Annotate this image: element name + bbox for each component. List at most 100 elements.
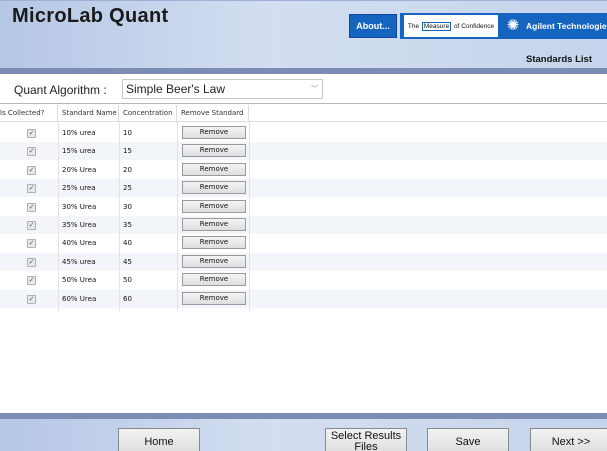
concentration-cell: 60	[123, 294, 132, 303]
tagline-measure: Measure	[421, 21, 452, 31]
remove-standard-button[interactable]: Remove	[182, 181, 246, 195]
concentration-cell: 15	[123, 147, 132, 156]
remove-standard-button[interactable]: Remove	[182, 162, 246, 176]
standard-name-cell: 30% Urea	[62, 202, 97, 211]
collected-cell: ✓	[0, 142, 58, 160]
remove-standard-button[interactable]: Remove	[182, 144, 246, 158]
footer-bar: Home Select Results Files Save Next >>	[0, 419, 607, 451]
column-header-concentration[interactable]: Concentration	[119, 105, 177, 122]
table-header: Is Collected? Standard Name Concentratio…	[0, 105, 607, 122]
collected-checkbox[interactable]: ✓	[27, 221, 36, 230]
remove-standard-button[interactable]: Remove	[182, 199, 246, 213]
collected-checkbox[interactable]: ✓	[27, 184, 36, 194]
table-row: ✓ 20% Urea 20 Remove	[0, 161, 607, 179]
checkmark-icon: ✓	[28, 165, 35, 174]
algorithm-row: Quant Algorithm : Simple Beer's Law ﹀	[0, 74, 607, 104]
table-row: ✓ 15% urea 15 Remove	[0, 142, 607, 161]
table-row: ✓ 40% Urea 40 Remove	[0, 234, 607, 252]
algorithm-dropdown[interactable]: Simple Beer's Law ﹀	[122, 79, 323, 99]
tagline: The Measure of Confidence	[404, 15, 498, 37]
collected-checkbox[interactable]: ✓	[27, 165, 36, 175]
standard-name-cell: 40% Urea	[62, 239, 97, 248]
checkmark-icon: ✓	[28, 239, 35, 248]
collected-checkbox[interactable]: ✓	[27, 294, 36, 304]
company-name: Agilent Technologies	[526, 21, 607, 31]
collected-checkbox[interactable]: ✓	[27, 276, 36, 286]
standard-name-cell: 35% Urea	[62, 221, 97, 229]
checkmark-icon: ✓	[28, 147, 35, 156]
remove-standard-button[interactable]: Remove	[182, 126, 246, 139]
select-results-files-button[interactable]: Select Results Files	[325, 428, 407, 451]
table-row: ✓ 50% Urea 50 Remove	[0, 271, 607, 289]
collected-checkbox[interactable]: ✓	[27, 239, 36, 249]
concentration-cell: 20	[123, 165, 132, 174]
concentration-cell: 35	[123, 221, 132, 229]
table-row: ✓ 30% Urea 30 Remove	[0, 198, 607, 216]
standards-table: Is Collected? Standard Name Concentratio…	[0, 105, 607, 410]
column-header-name[interactable]: Standard Name	[58, 105, 119, 122]
checkmark-icon: ✓	[28, 184, 35, 193]
remove-standard-button[interactable]: Remove	[182, 291, 246, 305]
remove-standard-button[interactable]: Remove	[182, 273, 246, 287]
checkmark-icon: ✓	[28, 202, 35, 211]
brand-banner: The Measure of Confidence ✺ Agilent Tech…	[400, 13, 607, 39]
standard-name-cell: 15% urea	[62, 147, 96, 156]
table-row: ✓ 25% urea 25 Remove	[0, 179, 607, 198]
table-row: ✓ 10% urea 10 Remove	[0, 124, 607, 142]
table-row: ✓ 60% Urea 60 Remove	[0, 289, 607, 308]
checkmark-icon: ✓	[28, 221, 35, 229]
table-row: ✓ 45% urea 45 Remove	[0, 252, 607, 271]
checkmark-icon: ✓	[28, 276, 35, 285]
standard-name-cell: 50% Urea	[62, 276, 97, 285]
concentration-cell: 30	[123, 202, 132, 211]
collected-cell: ✓	[0, 161, 58, 179]
concentration-cell: 10	[123, 129, 132, 137]
collected-checkbox[interactable]: ✓	[27, 129, 36, 138]
column-header-collected[interactable]: Is Collected?	[0, 105, 58, 122]
remove-standard-button[interactable]: Remove	[182, 254, 246, 268]
concentration-cell: 25	[123, 184, 132, 193]
collected-cell: ✓	[0, 234, 58, 252]
standard-name-cell: 10% urea	[62, 129, 96, 137]
standard-name-cell: 45% urea	[62, 257, 96, 266]
column-divider	[177, 122, 178, 311]
collected-cell: ✓	[0, 271, 58, 289]
collected-cell: ✓	[0, 253, 58, 271]
standard-name-cell: 60% Urea	[62, 294, 97, 303]
app-header: MicroLab Quant About... The Measure of C…	[0, 0, 607, 68]
about-button[interactable]: About...	[349, 14, 397, 38]
collected-checkbox[interactable]: ✓	[27, 257, 36, 267]
standard-name-cell: 20% Urea	[62, 165, 97, 174]
remove-standard-button[interactable]: Remove	[182, 218, 246, 231]
concentration-cell: 45	[123, 257, 132, 266]
tagline-post: of Confidence	[454, 22, 495, 30]
concentration-cell: 40	[123, 239, 132, 248]
remove-standard-button[interactable]: Remove	[182, 236, 246, 250]
algorithm-selected-value: Simple Beer's Law	[126, 82, 225, 96]
algorithm-label: Quant Algorithm :	[14, 83, 107, 97]
collected-cell: ✓	[0, 216, 58, 234]
collected-cell: ✓	[0, 124, 58, 142]
page-title: Standards List	[526, 54, 592, 65]
checkmark-icon: ✓	[28, 257, 35, 266]
column-divider	[249, 122, 250, 311]
app-title: MicroLab Quant	[12, 5, 169, 27]
checkmark-icon: ✓	[28, 294, 35, 303]
table-row: ✓ 35% Urea 35 Remove	[0, 216, 607, 234]
home-button[interactable]: Home	[118, 428, 200, 451]
next-button[interactable]: Next >>	[530, 428, 607, 451]
collected-checkbox[interactable]: ✓	[27, 147, 36, 157]
concentration-cell: 50	[123, 276, 132, 285]
collected-checkbox[interactable]: ✓	[27, 202, 36, 212]
collected-cell: ✓	[0, 179, 58, 197]
tagline-pre: The	[407, 22, 420, 30]
column-divider	[119, 122, 120, 311]
column-header-remove[interactable]: Remove Standard	[177, 105, 249, 122]
column-divider	[58, 122, 59, 311]
checkmark-icon: ✓	[28, 129, 35, 137]
standard-name-cell: 25% urea	[62, 184, 96, 193]
collected-cell: ✓	[0, 290, 58, 308]
agilent-spark-icon: ✺	[506, 17, 520, 34]
chevron-down-icon: ﹀	[311, 86, 318, 93]
save-button[interactable]: Save	[427, 428, 509, 451]
